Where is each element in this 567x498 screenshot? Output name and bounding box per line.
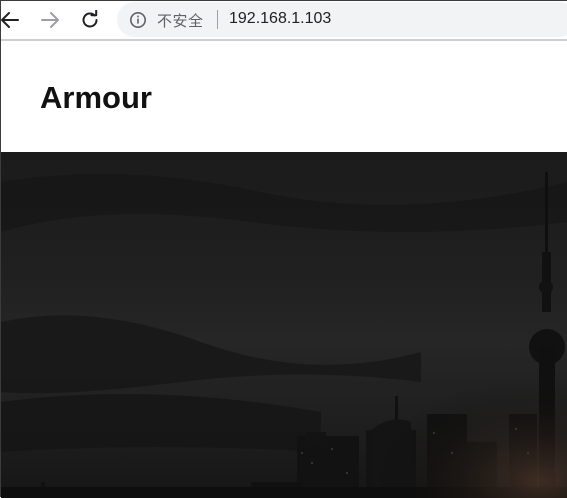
reload-button[interactable] [75,5,105,35]
back-button[interactable] [0,5,25,35]
arrow-right-icon [41,12,59,28]
reload-icon [82,10,98,28]
city-skyline-image [1,152,567,498]
address-bar[interactable]: 不安全 192.168.1.103 [117,2,567,37]
security-label[interactable]: 不安全 [157,10,204,31]
site-brand[interactable]: Armour [40,80,152,116]
site-header: Armour [1,41,567,152]
browser-toolbar: 不安全 192.168.1.103 [1,1,567,39]
arrow-left-icon [1,12,19,28]
forward-button[interactable] [35,5,65,35]
address-separator [217,10,218,29]
info-icon[interactable] [129,11,147,29]
hero-image [1,152,567,498]
url-text[interactable]: 192.168.1.103 [229,10,331,28]
